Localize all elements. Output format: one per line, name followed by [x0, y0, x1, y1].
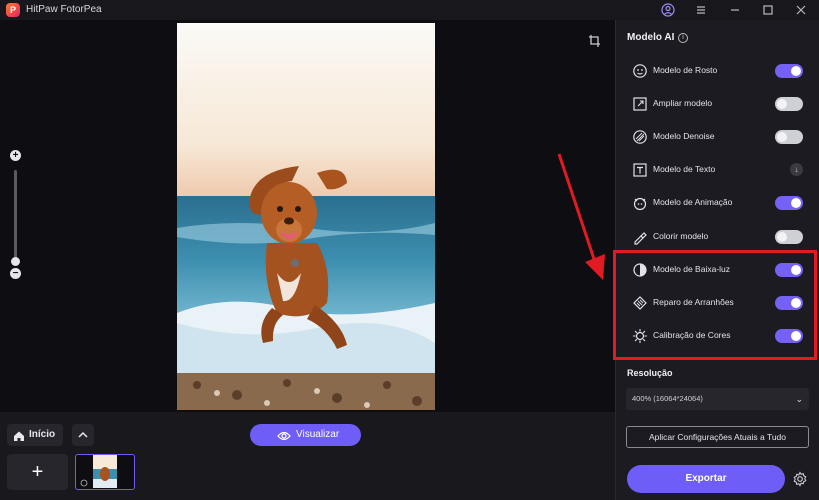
model-label-face: Modelo de Rosto [653, 65, 718, 75]
panel-title: Modelo AI [627, 32, 675, 43]
gear-icon[interactable] [792, 471, 808, 487]
resolution-title: Resolução [627, 368, 673, 378]
face-model-toggle[interactable] [775, 64, 803, 78]
model-label-text: Modelo de Texto [653, 164, 716, 174]
eye-icon [277, 429, 291, 441]
model-label-colorize: Colorir modelo [653, 231, 709, 241]
chevron-up-icon [78, 431, 88, 438]
preview-image [177, 23, 435, 410]
colorize-model-toggle[interactable] [775, 230, 803, 244]
red-arrow-annotation [557, 153, 605, 280]
zoom-in-button[interactable]: + [10, 150, 21, 161]
add-image-button[interactable]: + [7, 454, 68, 490]
minimize-icon[interactable] [727, 2, 743, 18]
model-label-denoise: Modelo Denoise [653, 131, 715, 141]
resolution-value: 400% (16064*24064) [632, 394, 703, 403]
highlight-box [613, 250, 817, 360]
zoom-slider-track[interactable] [14, 170, 17, 262]
model-label-animation: Modelo de Animação [653, 197, 733, 207]
zoom-slider-thumb[interactable] [11, 257, 20, 266]
model-row-colorize: Colorir modelo [627, 225, 807, 249]
zoom-out-button[interactable]: − [10, 268, 21, 279]
upscale-model-toggle[interactable] [775, 97, 803, 111]
download-icon[interactable]: ↓ [790, 163, 803, 176]
denoise-model-toggle[interactable] [775, 130, 803, 144]
animation-icon [632, 195, 648, 211]
animation-model-toggle[interactable] [775, 196, 803, 210]
home-button[interactable]: Início [7, 424, 63, 446]
face-icon [632, 63, 648, 79]
model-row-face: Modelo de Rosto [627, 59, 807, 83]
model-row-animation: Modelo de Animação [627, 191, 807, 215]
collapse-button[interactable] [72, 424, 94, 446]
preview-label: Visualizar [296, 429, 340, 440]
maximize-icon[interactable] [760, 2, 776, 18]
app-logo-icon: P [6, 3, 20, 17]
export-button[interactable]: Exportar [627, 465, 785, 493]
model-row-upscale: Ampliar modelo [627, 92, 807, 116]
apply-all-button[interactable]: Aplicar Configurações Atuais a Tudo [626, 426, 809, 448]
info-icon[interactable]: i [678, 33, 688, 43]
app-title: HitPaw FotorPea [26, 4, 102, 15]
crop-icon[interactable] [588, 34, 602, 48]
image-thumbnail[interactable] [75, 454, 135, 490]
colorize-icon [632, 229, 648, 245]
account-icon[interactable] [660, 2, 676, 18]
resolution-select[interactable]: 400% (16064*24064) ⌄ [626, 388, 809, 410]
model-row-text: Modelo de Texto ↓ [627, 158, 807, 182]
denoise-icon [632, 129, 648, 145]
model-row-denoise: Modelo Denoise [627, 125, 807, 149]
upscale-icon [632, 96, 648, 112]
text-icon [632, 162, 648, 178]
chevron-down-icon: ⌄ [795, 394, 803, 404]
model-label-upscale: Ampliar modelo [653, 98, 713, 108]
preview-button[interactable]: Visualizar [250, 424, 361, 446]
home-icon [13, 429, 25, 441]
home-label: Início [29, 429, 56, 440]
menu-icon[interactable] [693, 2, 709, 18]
close-icon[interactable] [793, 2, 809, 18]
